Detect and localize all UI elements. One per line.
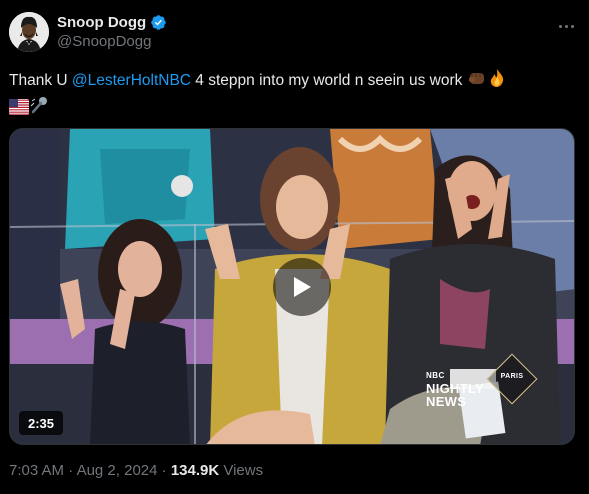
tweet-time[interactable]: 7:03 AM	[9, 462, 64, 479]
tweet-date[interactable]: Aug 2, 2024	[77, 462, 158, 479]
nbc-nightly-news-logo: NBC NIGHTLY NEWS	[426, 369, 484, 408]
meta-separator: ·	[64, 462, 77, 479]
author-handle[interactable]: @SnoopDogg	[57, 33, 167, 50]
views-label: Views	[219, 462, 264, 479]
tweet-text: Thank U @LesterHoltNBC 4 steppn into my …	[9, 68, 577, 122]
more-options-icon[interactable]	[552, 12, 580, 40]
tweet-text-end: 4 steppn into my world n seein us work	[191, 72, 467, 89]
news-label: NEWS	[426, 394, 467, 409]
avatar[interactable]	[9, 12, 49, 52]
display-name[interactable]: Snoop Dogg	[57, 14, 146, 31]
tweet-meta: 7:03 AM · Aug 2, 2024 · 134.9K Views	[9, 462, 263, 479]
video-duration: 2:35	[19, 411, 64, 435]
views-count: 134.9K	[170, 462, 220, 479]
mention-link[interactable]: @LesterHoltNBC	[72, 72, 191, 89]
fire-emoji-icon	[487, 68, 507, 95]
paris-badge-label: PARIS	[500, 373, 524, 380]
play-button[interactable]	[273, 258, 331, 316]
play-icon	[294, 277, 311, 297]
verified-badge-icon	[151, 15, 166, 30]
microphone-emoji-icon	[29, 95, 49, 122]
tweet-text-start: Thank U	[9, 72, 72, 89]
meta-separator-2: ·	[157, 462, 171, 479]
us-flag-emoji-icon	[9, 99, 29, 122]
tweet-header: Snoop Dogg @SnoopDogg	[9, 12, 580, 54]
fist-emoji-icon	[467, 68, 487, 95]
video-player[interactable]: NBC NIGHTLY NEWS PARIS 2:35	[9, 128, 575, 445]
author-names: Snoop Dogg @SnoopDogg	[57, 14, 167, 50]
display-name-row: Snoop Dogg	[57, 14, 167, 31]
